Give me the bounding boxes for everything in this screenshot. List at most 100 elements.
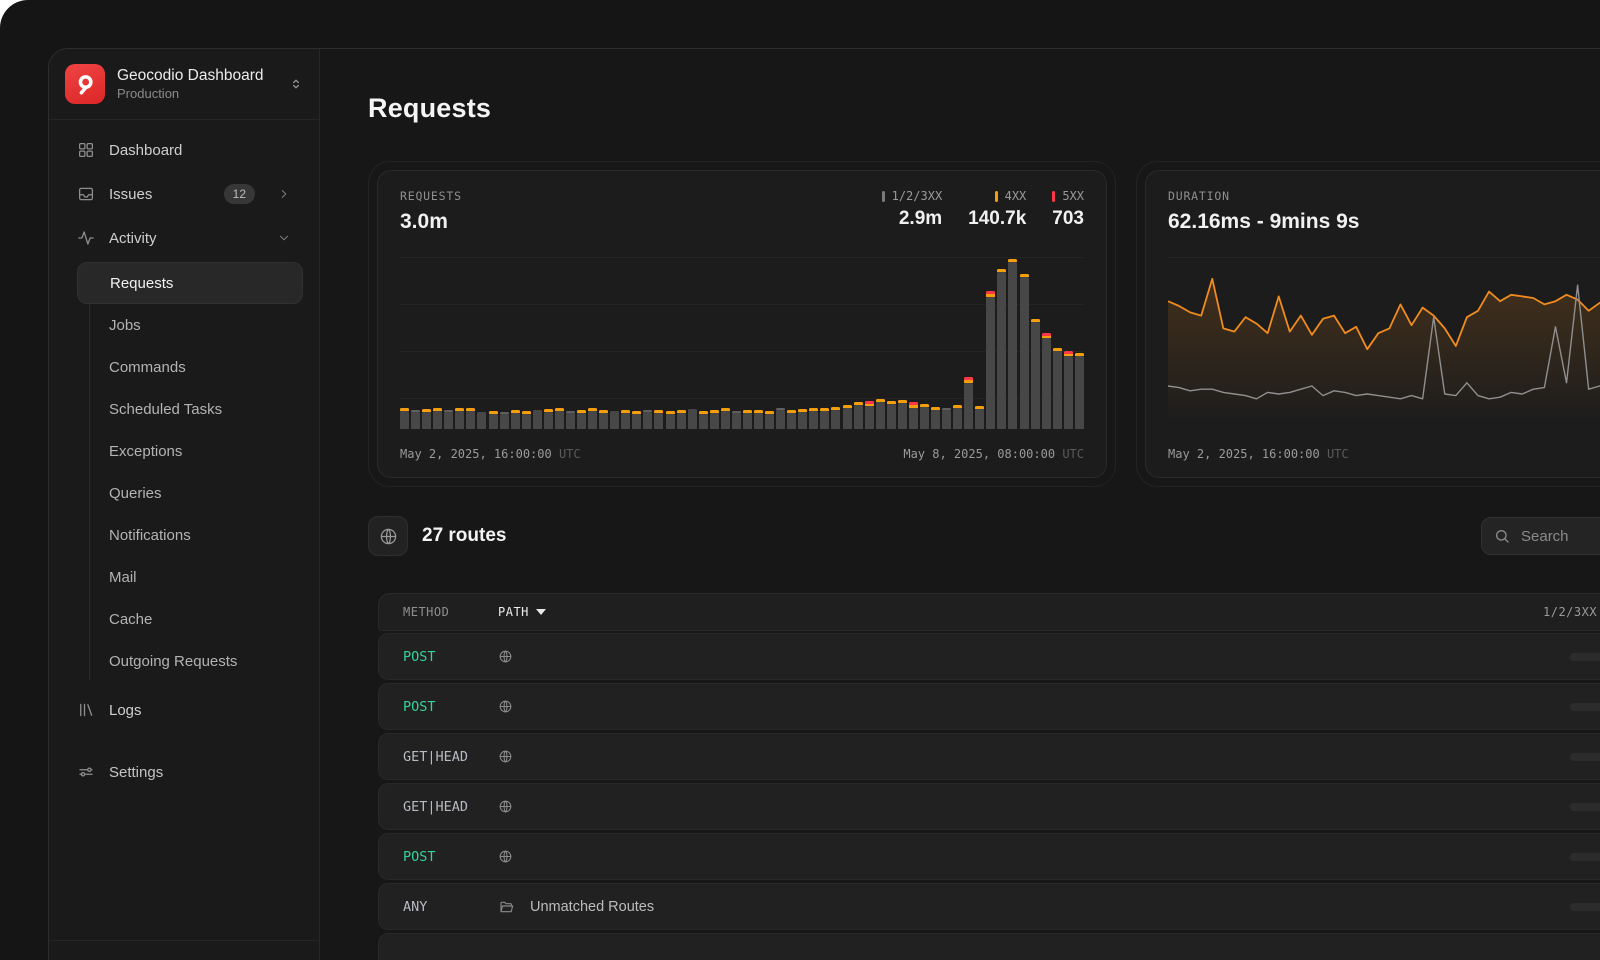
chart-bar bbox=[544, 409, 553, 429]
geocodio-logo bbox=[65, 64, 105, 104]
sidebar-item-jobs[interactable]: Jobs bbox=[65, 304, 303, 346]
legend-marker bbox=[995, 191, 998, 202]
chart-bar bbox=[699, 411, 708, 429]
requests-bar-chart bbox=[400, 257, 1084, 429]
sidebar-item-requests[interactable]: Requests bbox=[77, 262, 303, 304]
page-title: Requests bbox=[368, 93, 491, 124]
chart-bar bbox=[1008, 259, 1017, 429]
route-row-post[interactable]: POST bbox=[378, 633, 1600, 680]
chart-bar bbox=[444, 410, 453, 429]
chart-bar bbox=[776, 408, 785, 429]
sidebar-item-issues[interactable]: Issues12 bbox=[65, 172, 303, 216]
legend-value: 140.7k bbox=[968, 208, 1026, 230]
chart-bar bbox=[422, 409, 431, 429]
chart-bar bbox=[666, 411, 675, 429]
chart-bar bbox=[688, 409, 697, 429]
column-status: 1/2/3XX bbox=[1543, 605, 1597, 619]
sidebar-item-scheduled-tasks[interactable]: Scheduled Tasks bbox=[65, 388, 303, 430]
globe-icon bbox=[498, 649, 513, 664]
chevron-up-down-icon bbox=[289, 77, 303, 91]
sidebar-item-dashboard[interactable]: Dashboard bbox=[65, 128, 303, 172]
globe-icon bbox=[498, 849, 513, 864]
search-icon bbox=[1494, 528, 1510, 544]
chart-bar bbox=[511, 410, 520, 429]
chart-bar bbox=[865, 401, 874, 429]
route-row[interactable] bbox=[378, 933, 1600, 960]
redacted-status bbox=[1570, 703, 1600, 711]
chart-bar bbox=[909, 402, 918, 429]
chart-bar bbox=[555, 408, 564, 429]
sidebar: Geocodio Dashboard Production Dashboard I… bbox=[49, 49, 320, 960]
method-label: POST bbox=[403, 849, 498, 865]
chart-bar bbox=[566, 411, 575, 429]
sidebar-item-exceptions[interactable]: Exceptions bbox=[65, 430, 303, 472]
sidebar-item-label: Dashboard bbox=[109, 142, 182, 159]
sidebar-item-label: Settings bbox=[109, 764, 163, 781]
sidebar-item-activity[interactable]: Activity bbox=[65, 216, 303, 260]
app-window: Geocodio Dashboard Production Dashboard I… bbox=[48, 48, 1600, 960]
sidebar-item-outgoing-requests[interactable]: Outgoing Requests bbox=[65, 640, 303, 682]
requests-card-label: REQUESTS bbox=[400, 189, 462, 203]
x-axis-end-label: May 8, 2025, 08:00:00 UTC bbox=[903, 447, 1084, 461]
chart-bar bbox=[931, 407, 940, 429]
chart-bar bbox=[798, 409, 807, 429]
route-row-post[interactable]: POST bbox=[378, 683, 1600, 730]
requests-card-value: 3.0m bbox=[400, 210, 462, 234]
legend-marker bbox=[882, 191, 885, 202]
route-row-get-head[interactable]: GET|HEAD bbox=[378, 783, 1600, 830]
globe-icon bbox=[498, 799, 513, 814]
chart-bar bbox=[721, 408, 730, 429]
method-label: POST bbox=[403, 699, 498, 715]
duration-card-label: DURATION bbox=[1168, 189, 1600, 203]
sidebar-item-queries[interactable]: Queries bbox=[65, 472, 303, 514]
chart-bar bbox=[843, 405, 852, 429]
route-row-any[interactable]: ANYUnmatched Routes bbox=[378, 883, 1600, 930]
redacted-status bbox=[1570, 803, 1600, 811]
legend-marker bbox=[1052, 191, 1055, 202]
legend-label: 4XX bbox=[1005, 189, 1027, 203]
chart-bar bbox=[1042, 333, 1051, 429]
chart-bar bbox=[732, 411, 741, 429]
sidebar-item-label: Issues bbox=[109, 186, 152, 203]
inbox-icon bbox=[77, 185, 95, 203]
legend-value: 2.9m bbox=[899, 208, 942, 230]
chart-bar bbox=[831, 407, 840, 429]
chart-bar bbox=[577, 410, 586, 429]
sidebar-item-mail[interactable]: Mail bbox=[65, 556, 303, 598]
sidebar-item-label: Activity bbox=[109, 230, 157, 247]
redacted-status bbox=[1570, 903, 1600, 911]
redacted-status bbox=[1570, 853, 1600, 861]
column-path-sort[interactable]: PATH bbox=[498, 605, 546, 619]
chart-bar bbox=[588, 408, 597, 429]
chart-bar bbox=[754, 410, 763, 429]
chart-bar bbox=[654, 410, 663, 429]
sidebar-item-notifications[interactable]: Notifications bbox=[65, 514, 303, 556]
sidebar-nav: Dashboard Issues12 Activity RequestsJobsCom… bbox=[49, 120, 319, 940]
chevron-down-icon bbox=[277, 231, 291, 245]
sidebar-item-logs[interactable]: Logs bbox=[65, 688, 303, 732]
routes-count: 27 routes bbox=[422, 525, 506, 547]
requests-chart-card: REQUESTS 3.0m 1/2/3XX2.9m4XX140.7k5XX703 bbox=[377, 170, 1107, 478]
route-row-post[interactable]: POST bbox=[378, 833, 1600, 880]
route-row-get-head[interactable]: GET|HEAD bbox=[378, 733, 1600, 780]
workspace-switcher[interactable]: Geocodio Dashboard Production bbox=[49, 49, 319, 120]
method-label: GET|HEAD bbox=[403, 749, 498, 765]
chart-bar bbox=[942, 408, 951, 430]
user-menu[interactable]: Mathias Hansen bbox=[49, 940, 319, 960]
sidebar-item-cache[interactable]: Cache bbox=[65, 598, 303, 640]
chart-bar bbox=[876, 399, 885, 429]
activity-icon bbox=[77, 229, 95, 247]
routes-header: 27 routes bbox=[368, 517, 506, 555]
sidebar-item-settings[interactable]: Settings bbox=[65, 750, 303, 794]
chart-bar bbox=[1053, 348, 1062, 429]
chart-bar bbox=[854, 402, 863, 429]
grid-icon bbox=[77, 141, 95, 159]
chart-bar bbox=[964, 377, 973, 429]
chart-bar bbox=[500, 412, 509, 429]
x-axis-start-label: May 2, 2025, 16:00:00 UTC bbox=[1168, 447, 1349, 461]
routes-table-header: METHOD PATH 1/2/3XX bbox=[378, 593, 1600, 631]
method-label: ANY bbox=[403, 899, 498, 915]
sidebar-item-commands[interactable]: Commands bbox=[65, 346, 303, 388]
search-input[interactable] bbox=[1519, 527, 1600, 546]
search-box[interactable] bbox=[1481, 517, 1600, 555]
